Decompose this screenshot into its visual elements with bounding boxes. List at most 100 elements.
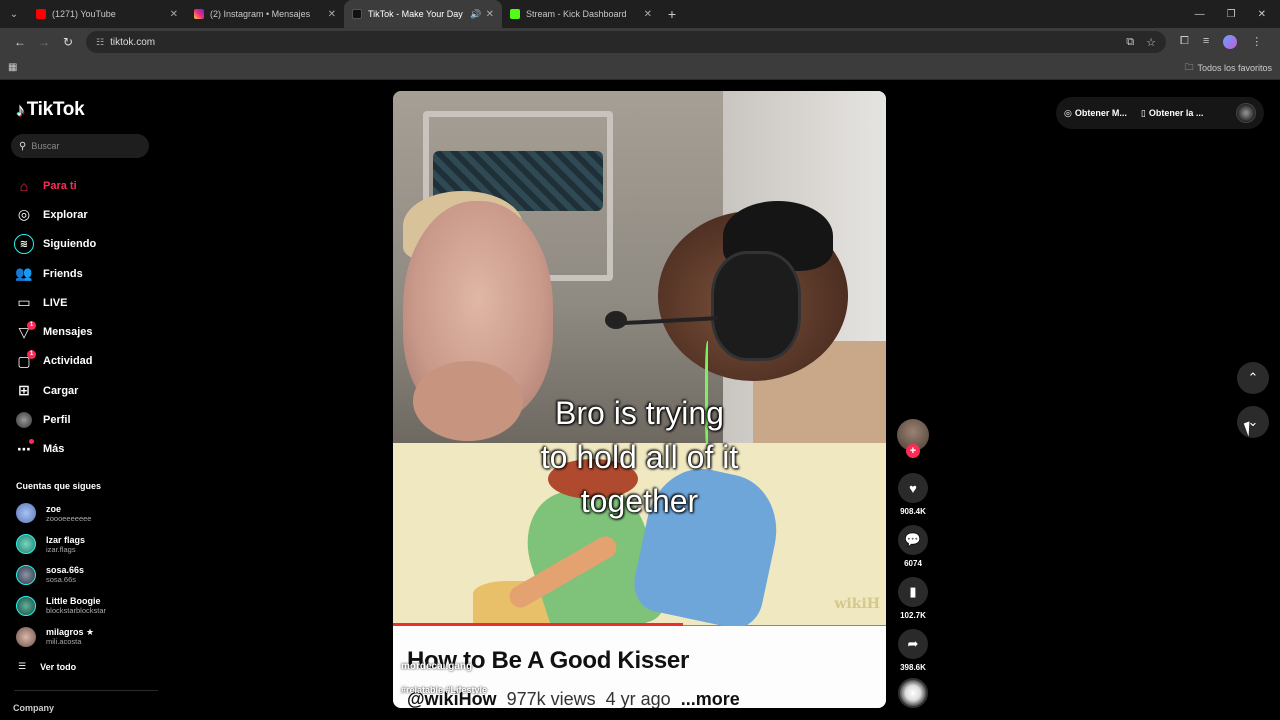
search-placeholder: Buscar xyxy=(31,141,60,151)
activity-icon: ▢ 1 xyxy=(14,350,36,371)
youtube-favicon-icon xyxy=(36,9,46,19)
close-tab-icon[interactable]: ✕ xyxy=(486,9,494,20)
close-tab-icon[interactable]: ✕ xyxy=(644,9,652,20)
friends-icon: 👥 xyxy=(15,265,33,282)
url-text: tiktok.com xyxy=(110,36,156,48)
restore-icon[interactable]: ❐ xyxy=(1227,9,1236,20)
get-coins-button[interactable]: ◎ Obtener M... xyxy=(1064,108,1127,119)
tiktok-logo[interactable]: ♪ TikTok xyxy=(16,99,85,121)
bookmarks-bar: ▦ 🗀 Todos los favoritos xyxy=(0,56,1280,80)
speaker-icon[interactable]: 🔊 xyxy=(470,9,481,20)
nav-label: Siguiendo xyxy=(43,238,97,251)
nav-label: LIVE xyxy=(43,296,68,309)
close-window-icon[interactable]: ✕ xyxy=(1258,9,1266,20)
following-accounts-list: zoe zoooeeeeeee Izar flags izar.flags sosa… xyxy=(16,498,156,652)
window-controls: — ❐ ✕ xyxy=(1195,9,1280,20)
tab-youtube[interactable]: (1271) YouTube ✕ xyxy=(28,0,186,28)
avatar xyxy=(16,534,36,555)
video-mic xyxy=(605,311,627,329)
save-button[interactable]: ▮ 102.7K xyxy=(897,577,929,620)
home-icon: ⌂ xyxy=(19,177,29,194)
user-avatar[interactable] xyxy=(1236,103,1256,123)
company-link[interactable]: Company xyxy=(13,703,54,713)
site-info-icon[interactable]: ☷ xyxy=(96,37,104,48)
share-button[interactable]: ➦ 398.6K xyxy=(897,629,929,672)
account-name: milagros ★ xyxy=(46,627,95,638)
list-item[interactable]: sosa.66s sosa.66s xyxy=(16,560,156,591)
media-control-icon[interactable]: ≡ xyxy=(1203,35,1209,49)
list-item[interactable]: milagros ★ mili.acosta xyxy=(16,621,156,652)
back-icon[interactable]: ← xyxy=(8,35,32,49)
avatar xyxy=(16,626,36,647)
search-icon: ⚲ xyxy=(19,140,27,152)
messages-icon: ▽ 1 xyxy=(14,321,36,342)
video-username[interactable]: mordecai.gang xyxy=(401,661,472,672)
close-tab-icon[interactable]: ✕ xyxy=(328,9,336,20)
profile-icon xyxy=(14,410,34,430)
get-app-label: Obtener la ... xyxy=(1148,108,1204,118)
kebab-menu-icon[interactable]: ⋮ xyxy=(1251,35,1262,49)
share-icon: ➦ xyxy=(898,629,928,659)
nav-item-cargar[interactable]: ⊞ Cargar xyxy=(14,376,154,405)
tab-search-icon[interactable]: ⌄ xyxy=(0,0,28,28)
list-item[interactable]: Little Boogie blockstarblockstar xyxy=(16,590,156,621)
profile-avatar-icon[interactable] xyxy=(1223,35,1238,49)
nav-item-mas[interactable]: ⋯ Más xyxy=(14,435,154,464)
close-tab-icon[interactable]: ✕ xyxy=(170,9,178,20)
comment-button[interactable]: 💬 6074 xyxy=(897,525,929,568)
see-all-button[interactable]: ☰ Ver todo xyxy=(18,661,76,672)
nav-item-actividad[interactable]: ▢ 1 Actividad xyxy=(14,347,154,376)
nav-label: Mensajes xyxy=(43,326,93,339)
nav-item-perfil[interactable]: Perfil xyxy=(14,405,154,434)
get-app-button[interactable]: ▯ Obtener la ... xyxy=(1141,108,1203,119)
nav-item-live[interactable]: ▭ LIVE xyxy=(14,288,154,317)
nav-item-para-ti[interactable]: ⌂ Para ti xyxy=(14,171,154,200)
account-name: sosa.66s xyxy=(46,565,85,576)
nav-label: Más xyxy=(43,443,65,456)
previous-video-button[interactable]: ⌃ xyxy=(1237,362,1269,394)
nav-label: Actividad xyxy=(43,355,93,368)
folder-icon: 🗀 xyxy=(1184,61,1194,72)
search-input[interactable]: ⚲ Buscar xyxy=(11,134,149,158)
nav-item-mensajes[interactable]: ▽ 1 Mensajes xyxy=(14,317,154,346)
like-button[interactable]: ♥ 908.4K xyxy=(897,473,929,516)
nav-item-friends[interactable]: 👥 Friends xyxy=(14,259,154,288)
activity-badge: 1 xyxy=(27,350,36,360)
avatar xyxy=(16,564,36,585)
live-icon: ▭ xyxy=(17,294,31,311)
install-app-icon[interactable]: ⧉ xyxy=(1126,36,1134,49)
new-tab-icon[interactable]: + xyxy=(660,6,684,22)
all-bookmarks-folder[interactable]: 🗀 Todos los favoritos xyxy=(1184,60,1272,76)
list-item[interactable]: Izar flags izar.flags xyxy=(16,529,156,560)
video-hashtags[interactable]: #relatable #Lifestyle xyxy=(401,685,487,695)
phone-icon: ▯ xyxy=(1140,107,1146,118)
minimize-icon[interactable]: — xyxy=(1195,9,1205,20)
tiktok-favicon-icon xyxy=(352,9,362,19)
list-icon: ☰ xyxy=(18,661,27,671)
account-name: Little Boogie xyxy=(46,596,101,607)
tab-kick[interactable]: Stream - Kick Dashboard ✕ xyxy=(502,0,660,28)
nav-label: Friends xyxy=(43,267,83,280)
nav-item-siguiendo[interactable]: ≋ Siguiendo xyxy=(14,230,154,259)
reload-icon[interactable]: ↻ xyxy=(56,35,80,49)
extensions-icon[interactable]: ⧠ xyxy=(1180,35,1189,49)
nav-item-explorar[interactable]: ◎ Explorar xyxy=(14,200,154,229)
sidebar-divider xyxy=(14,690,158,691)
music-disc-icon[interactable] xyxy=(898,678,928,708)
tab-title: TikTok - Make Your Day xyxy=(368,9,463,19)
tab-tiktok[interactable]: TikTok - Make Your Day 🔊 ✕ xyxy=(344,0,502,28)
embedded-age: 4 yr ago xyxy=(605,689,671,708)
account-name: Izar flags xyxy=(46,534,86,545)
forward-icon[interactable]: → xyxy=(32,35,56,49)
logo-text: TikTok xyxy=(26,99,85,120)
tab-instagram[interactable]: (2) Instagram • Mensajes ✕ xyxy=(186,0,344,28)
instagram-favicon-icon xyxy=(194,9,204,19)
apps-grid-icon[interactable]: ▦ xyxy=(8,62,17,73)
bookmark-star-icon[interactable]: ☆ xyxy=(1146,36,1156,49)
nav-label: Cargar xyxy=(43,384,79,397)
follow-plus-icon[interactable]: + xyxy=(906,444,920,458)
share-count: 398.6K xyxy=(900,663,926,672)
url-field[interactable]: ☷ tiktok.com ⧉ ☆ xyxy=(86,31,1166,53)
video-player[interactable]: wikiH How to Be A Good Kisser @wikiHow 9… xyxy=(393,91,886,708)
list-item[interactable]: zoe zoooeeeeeee xyxy=(16,498,156,529)
